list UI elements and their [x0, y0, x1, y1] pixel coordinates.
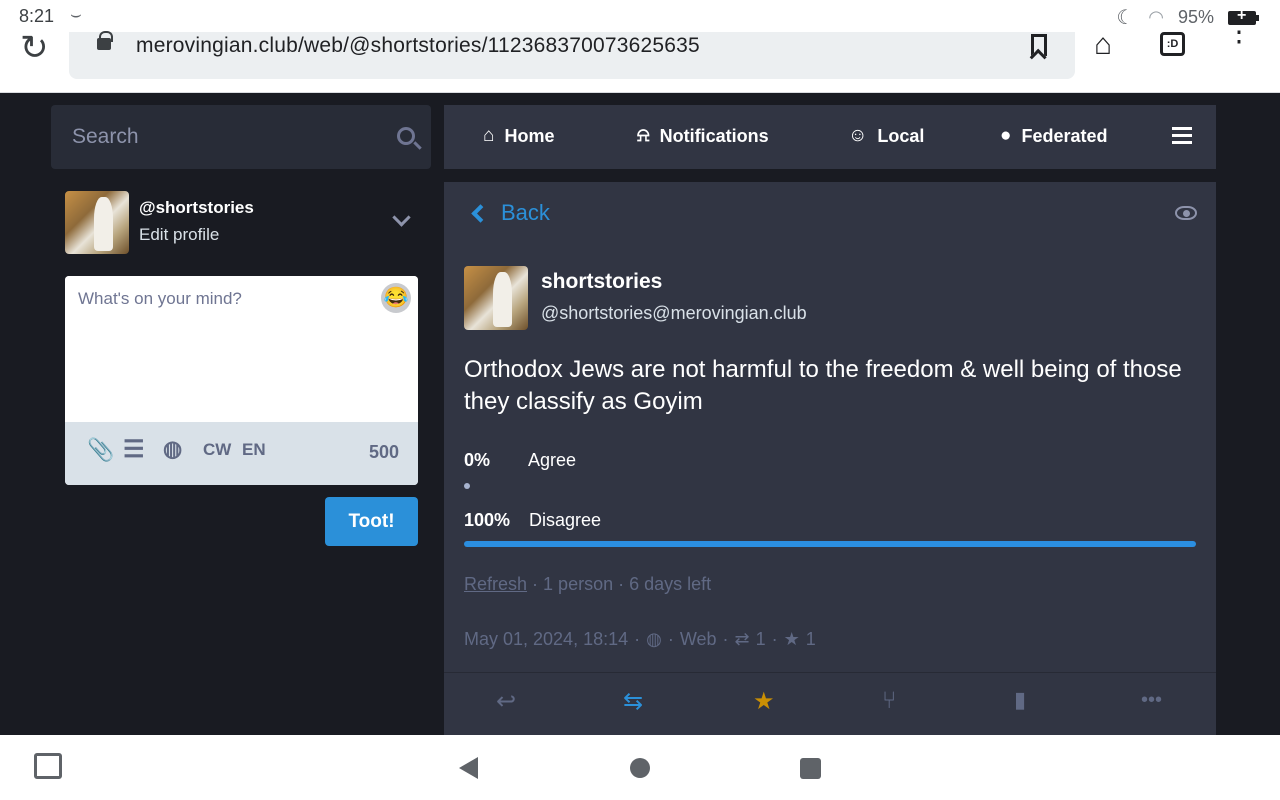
- bell-icon: ⍾: [637, 125, 650, 146]
- poll-option: 100% Disagree: [464, 510, 601, 531]
- search-box[interactable]: Search: [51, 105, 431, 169]
- poll-option-percent: 0%: [464, 450, 491, 470]
- status-detail-column: Back shortstories @shortstories@meroving…: [444, 182, 1216, 735]
- poll-icon[interactable]: ☰: [123, 435, 145, 464]
- back-button[interactable]: Back: [470, 200, 550, 226]
- visibility-globe-icon[interactable]: ◍: [163, 436, 182, 462]
- reload-icon[interactable]: ↻: [20, 28, 49, 68]
- search-icon: [397, 127, 415, 145]
- nav-local-label: Local: [877, 125, 925, 146]
- wifi-icon: ◠: [1148, 7, 1164, 27]
- poll-voters: 1 person: [543, 574, 614, 594]
- more-options-icon[interactable]: •••: [1141, 689, 1162, 712]
- search-input[interactable]: Search: [72, 125, 139, 149]
- status-bar: 8:21 ⌣ ☾ ◠ 95%: [0, 0, 1280, 32]
- favourite-count[interactable]: 1: [806, 629, 816, 650]
- poll-time-left: 6 days left: [629, 574, 712, 594]
- users-icon: ☺: [848, 125, 868, 146]
- poll-option: 0% Agree: [464, 450, 576, 471]
- nav-notifications-label: Notifications: [659, 125, 769, 146]
- favourite-star-icon[interactable]: ★: [753, 687, 775, 716]
- poll-refresh-link[interactable]: Refresh: [464, 574, 527, 594]
- browser-toolbar: ↻ merovingian.club/web/@shortstories/112…: [0, 18, 1280, 93]
- eye-icon[interactable]: [1175, 206, 1197, 220]
- reply-icon[interactable]: ↩: [496, 687, 516, 716]
- browser-menu-icon[interactable]: ⋮: [1225, 18, 1253, 46]
- poll-footer: Refresh · 1 person · 6 days left: [464, 574, 712, 594]
- poll-option-label: Disagree: [529, 510, 602, 530]
- boost-count[interactable]: 1: [756, 629, 766, 650]
- bookmark-icon[interactable]: [1031, 34, 1047, 56]
- boost-button-icon[interactable]: ⇆: [623, 687, 643, 716]
- post-author-avatar[interactable]: [464, 266, 528, 330]
- post-action-bar: ↩ ⇆ ★ ⑂ ▮ •••: [444, 672, 1216, 735]
- account-handle[interactable]: @shortstories: [139, 198, 254, 218]
- nav-federated-label: Federated: [1021, 125, 1108, 146]
- toot-button[interactable]: Toot!: [325, 497, 418, 546]
- system-nav-bar: [0, 735, 1280, 800]
- nav-home[interactable]: ⌂ Home: [483, 125, 555, 147]
- post-meta: May 01, 2024, 18:14 · ◍ · Web · ⇄ 1 · ★ …: [464, 629, 816, 650]
- chevron-left-icon: [471, 203, 490, 223]
- bookmark-post-icon[interactable]: ▮: [1014, 687, 1026, 713]
- post-display-name[interactable]: shortstories: [541, 270, 662, 294]
- launcher-home-icon[interactable]: [34, 753, 62, 779]
- battery-percent: 95%: [1177, 7, 1214, 27]
- hamburger-menu-icon[interactable]: [1172, 127, 1192, 144]
- dnd-moon-icon: ☾: [1116, 7, 1135, 29]
- post-content: Orthodox Jews are not harmful to the fre…: [464, 356, 1182, 415]
- poll-bar-agree: [464, 483, 470, 489]
- edit-profile-link[interactable]: Edit profile: [139, 225, 219, 245]
- language-button[interactable]: EN: [242, 440, 266, 460]
- system-back-icon[interactable]: [459, 757, 478, 779]
- poll-option-label: Agree: [528, 450, 577, 470]
- system-home-icon[interactable]: [630, 758, 650, 778]
- browser-home-icon[interactable]: ⌂: [1094, 28, 1112, 62]
- poll-bar-disagree: [464, 541, 1196, 547]
- system-recents-icon[interactable]: [800, 758, 821, 779]
- character-counter: 500: [368, 442, 399, 462]
- tab-switcher-button[interactable]: :D: [1160, 32, 1185, 56]
- nav-home-label: Home: [504, 125, 555, 146]
- compose-form: 😂 📎 ☰ ◍ CW EN 500: [65, 276, 418, 485]
- post-handle[interactable]: @shortstories@merovingian.club: [541, 303, 807, 324]
- status-time: 8:21: [19, 6, 55, 26]
- compose-toolbar: 📎 ☰ ◍ CW EN 500: [65, 422, 418, 485]
- boost-icon: ⇄: [734, 629, 750, 649]
- address-bar[interactable]: merovingian.club/web/@shortstories/11236…: [69, 31, 1075, 79]
- back-label: Back: [501, 200, 550, 225]
- home-icon: ⌂: [483, 125, 495, 146]
- nav-local[interactable]: ☺ Local: [848, 125, 924, 147]
- chevron-down-icon[interactable]: [392, 208, 411, 227]
- star-icon: ★: [783, 629, 800, 649]
- share-icon[interactable]: ⑂: [882, 687, 896, 715]
- notification-icon: ⌣: [70, 4, 82, 24]
- public-globe-icon: ◍: [646, 629, 662, 649]
- url-text[interactable]: merovingian.club/web/@shortstories/11236…: [136, 34, 700, 58]
- emoji-picker-icon[interactable]: 😂: [381, 283, 411, 313]
- post-application: Web: [679, 629, 717, 649]
- globe-icon: ●: [1000, 125, 1012, 146]
- post-date[interactable]: May 01, 2024, 18:14: [464, 629, 628, 650]
- content-warning-button[interactable]: CW: [203, 440, 231, 460]
- nav-federated[interactable]: ● Federated: [1000, 125, 1108, 147]
- poll-option-percent: 100%: [464, 510, 511, 530]
- lock-icon: [97, 31, 113, 50]
- nav-notifications[interactable]: ⍾ Notifications: [637, 125, 769, 147]
- compose-textarea[interactable]: [65, 276, 418, 422]
- account-avatar[interactable]: [65, 191, 129, 254]
- attach-icon[interactable]: 📎: [87, 437, 114, 463]
- column-nav: ⌂ Home ⍾ Notifications ☺ Local ● Federat…: [444, 105, 1216, 169]
